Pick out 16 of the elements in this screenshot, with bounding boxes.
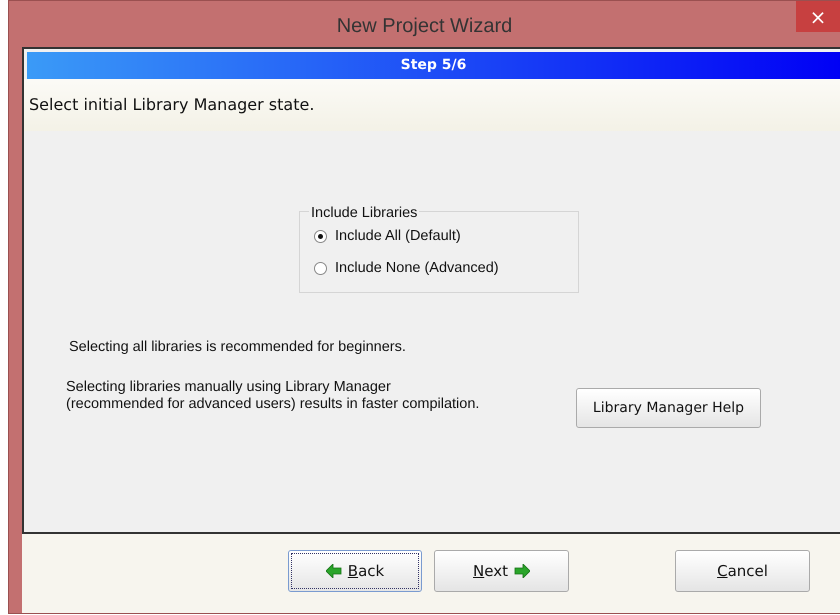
right-arrow-icon [514,564,530,578]
info-text: Selecting all libraries is recommended for beginners. [69,339,406,356]
radio-option[interactable]: Include All (Default) [314,226,578,248]
window-title: New Project Wizard [336,14,512,39]
radio-button[interactable] [314,262,327,276]
page-heading: Select initial Library Manager state. [29,94,314,116]
cancel-button[interactable]: Cancel [675,550,810,592]
left-arrow-icon [326,564,342,578]
help-button[interactable]: Library Manager Help [576,388,761,428]
radio-option[interactable]: Include None (Advanced) [314,258,578,280]
step-banner: Step 5/6 [27,52,840,79]
close-button[interactable]: × [796,1,840,32]
back-button[interactable]: Back [288,550,422,592]
radio-button[interactable] [314,230,327,244]
info-text: Selecting libraries manually using Library Manager (recommended for advanced users) results in faster compilation. [66,379,480,414]
next-button[interactable]: Next [434,550,569,592]
